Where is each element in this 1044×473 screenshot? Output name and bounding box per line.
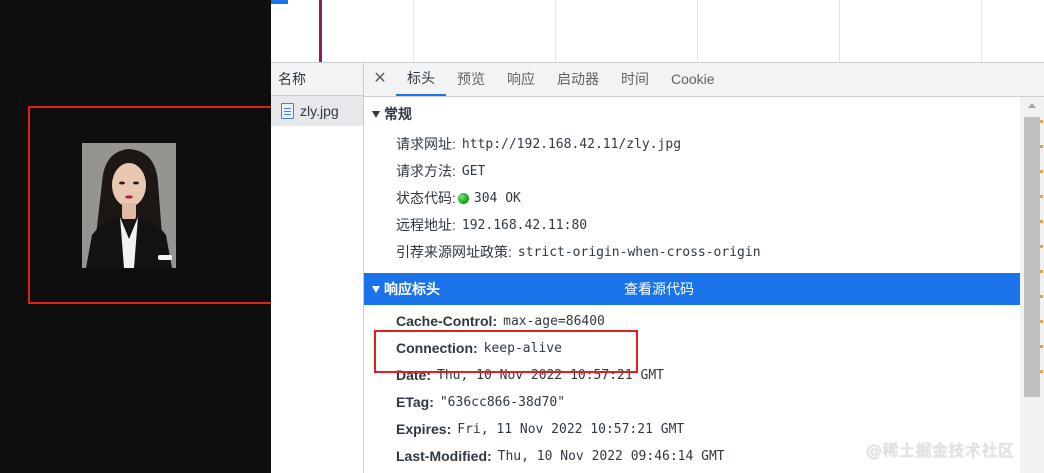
grid-line [555,0,556,62]
header-key: Expires: [396,421,452,437]
page-viewport [0,0,273,473]
close-icon[interactable]: ✕ [364,63,396,96]
grid-line [413,0,414,62]
general-section-title: 常规 [384,106,412,122]
general-row: 请求方法: GET [364,158,1021,185]
grid-line [981,0,982,62]
watermark-text: @稀土掘金技术社区 [866,441,1015,460]
request-details: ✕ 标头 预览 响应 启动器 时间 Cookie 常规 请求网址: http:/… [364,63,1044,473]
name-column-header[interactable]: 名称 [271,63,363,96]
details-tabbar: ✕ 标头 预览 响应 启动器 时间 Cookie [364,63,1044,97]
waterfall-bar [271,0,288,4]
waterfall-marker [319,0,322,62]
request-row[interactable]: zly.jpg [271,96,363,126]
general-row: 引荐来源网址政策: strict-origin-when-cross-origi… [364,239,1021,266]
header-key: 请求方法: [396,163,456,179]
tab-timing[interactable]: 时间 [610,63,660,96]
tab-headers[interactable]: 标头 [396,63,446,96]
grid-line [839,0,840,62]
view-source-link[interactable]: 查看源代码 [624,273,694,305]
waterfall-overview[interactable] [271,0,1044,63]
header-key: 引荐来源网址政策: [396,244,512,260]
header-value: http://192.168.42.11/zly.jpg [461,137,682,152]
request-name: zly.jpg [300,103,339,119]
tab-initiator[interactable]: 启动器 [546,63,610,96]
response-headers-title: 响应标头 [384,281,440,297]
grid-line [697,0,698,62]
expand-triangle-icon [372,110,380,118]
general-row: 请求网址: http://192.168.42.11/zly.jpg [364,131,1021,158]
header-key: 状态代码: [396,190,456,206]
tab-cookies[interactable]: Cookie [660,63,726,96]
cache-control-highlight-box [374,330,638,373]
response-headers-section-header[interactable]: 响应标头 查看源代码 [364,273,1021,305]
status-ok-icon [457,193,469,204]
header-key: ETag: [396,394,434,410]
header-value: Fri, 11 Nov 2022 10:57:21 GMT [457,422,685,437]
header-value: "636cc866-38d70" [439,395,566,410]
tab-preview[interactable]: 预览 [446,63,496,96]
scrollbar-thumb[interactable] [1024,117,1040,397]
header-value: strict-origin-when-cross-origin [517,245,761,260]
request-list: 名称 zly.jpg [271,63,364,473]
header-key: 请求网址: [396,136,456,152]
header-value: Thu, 10 Nov 2022 09:46:14 GMT [497,449,725,464]
header-key: Last-Modified: [396,448,492,464]
document-icon [281,103,294,119]
header-value: 192.168.42.11:80 [461,218,588,233]
general-row: 远程地址: 192.168.42.11:80 [364,212,1021,239]
image-highlight-box [28,106,273,304]
general-section-header[interactable]: 常规 [364,97,1021,131]
expand-triangle-icon [372,285,380,293]
response-header-row: ETag: "636cc866-38d70" [364,389,1021,416]
tab-response[interactable]: 响应 [496,63,546,96]
adjacent-panel-edge [1040,120,1043,440]
header-key: 远程地址: [396,217,456,233]
scroll-up-arrow-icon[interactable] [1028,103,1036,108]
header-value: 304 OK [473,191,521,206]
general-row: 状态代码: 304 OK [364,185,1021,212]
headers-content: 常规 请求网址: http://192.168.42.11/zly.jpg 请求… [364,97,1021,473]
header-value: GET [461,164,486,179]
